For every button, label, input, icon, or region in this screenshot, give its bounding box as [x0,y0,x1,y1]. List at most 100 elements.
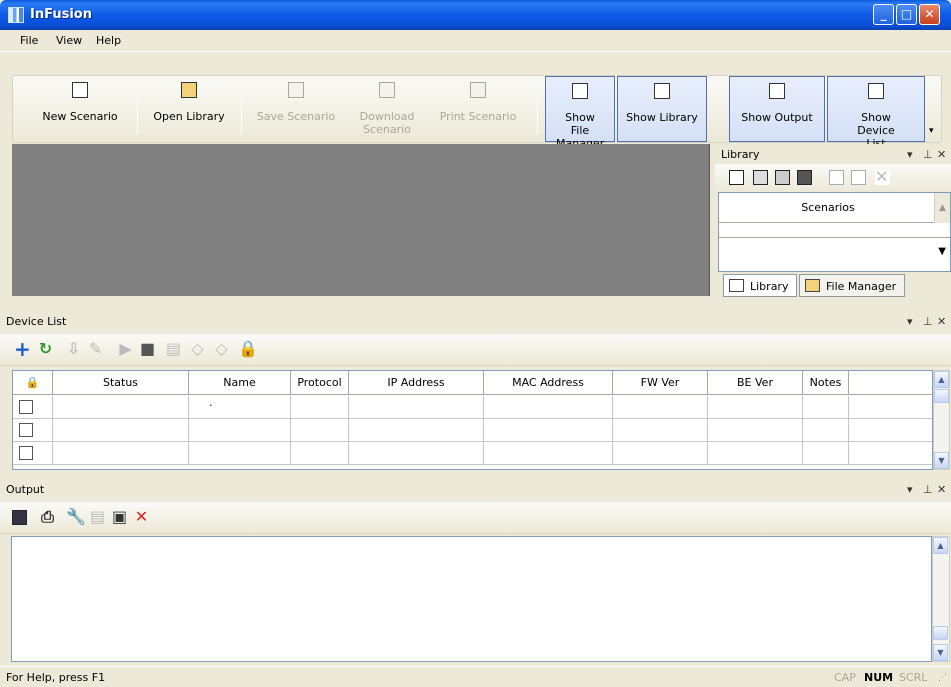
tab-library[interactable]: Library [723,274,797,297]
menu-view[interactable]: View [56,34,82,47]
show-output-button[interactable]: Show Output [729,76,825,142]
close-panel-icon[interactable]: ✕ [937,148,946,161]
title-bar[interactable]: InFusion _ □ ✕ [0,0,951,30]
close-panel-icon[interactable]: ✕ [937,483,946,496]
tag-icon[interactable]: ◇ [190,341,205,357]
add-device-icon[interactable]: + [14,339,31,359]
file-manager-tab-icon [805,279,820,292]
save-icon[interactable] [12,510,27,525]
play-icon[interactable]: ▶ [118,341,133,357]
scrl-indicator: SCRL [899,671,928,684]
edit-icon[interactable]: ✎ [88,341,103,357]
column-header-blank[interactable] [849,371,932,395]
status-text: For Help, press F1 [6,671,106,684]
scenario-workspace[interactable] [12,144,710,296]
download-icon [379,82,395,98]
menu-bar: File View Help [0,30,951,52]
open-library-button[interactable]: Open Library [141,76,237,142]
select-all-icon[interactable]: ▣ [112,509,127,525]
scenarios-header[interactable]: Scenarios [719,193,937,223]
clear-output-icon[interactable]: ✕ [134,509,149,525]
panel-menu-icon[interactable]: ▾ [907,148,913,161]
maximize-button[interactable]: □ [896,4,917,25]
device-list-icon [868,83,884,99]
menu-file[interactable]: File [20,34,38,47]
library-tree[interactable]: Scenarios ▲ ▼ [718,192,951,272]
lock-column-header[interactable]: 🔒 [13,371,53,395]
table-row[interactable] [13,442,932,465]
toolbar-overflow-icon[interactable]: ▾ [929,126,934,136]
device-table[interactable]: 🔒 Status Name Protocol IP Address MAC Ad… [12,370,933,470]
device-list-scrollbar[interactable]: ▲ ▼ [933,370,950,470]
copy-output-icon[interactable]: ▤ [90,509,105,525]
device-list-panel: Device List ▾ ⊥ ✕ + ↻ ⇩ ✎ ▶ ■ ▤ ◇ ◇ 🔒 🔒 … [0,310,951,476]
panel-menu-icon[interactable]: ▾ [907,315,913,328]
scroll-thumb[interactable] [933,626,948,640]
scroll-down-icon[interactable]: ▼ [934,452,949,469]
stop-icon[interactable]: ■ [140,341,155,357]
copy-icon[interactable] [851,170,866,185]
output-scrollbar[interactable]: ▲ ▼ [932,536,950,662]
new-scenario-button[interactable]: New Scenario [25,76,135,142]
new-document-icon [72,82,88,98]
table-row[interactable] [13,419,932,442]
print-scenario-button[interactable]: Print Scenario [427,76,529,142]
output-text[interactable] [11,536,932,662]
download-scenario-button[interactable]: Download Scenario [349,76,425,142]
pin-icon[interactable]: ⊥ [923,315,933,328]
scroll-up-icon[interactable]: ▲ [934,193,950,223]
scroll-down-icon[interactable]: ▼ [933,644,948,661]
save-icon[interactable] [753,170,768,185]
resize-grip-icon[interactable]: ⋰ [938,673,947,683]
scroll-up-icon[interactable]: ▲ [933,537,948,554]
device-properties-icon[interactable]: ▤ [166,341,181,357]
upload-icon[interactable]: ⇩ [66,341,81,357]
minimize-button[interactable]: _ [873,4,894,25]
save-library-icon[interactable] [797,170,812,185]
status-bar: For Help, press F1 CAP NUM SCRL ⋰ [0,666,951,687]
show-device-list-button[interactable]: Show Device List [827,76,925,150]
toolbar-separator [137,82,138,134]
chevron-down-icon[interactable]: ▼ [938,246,946,257]
panel-menu-icon[interactable]: ▾ [907,483,913,496]
pin-icon[interactable]: ⊥ [923,483,933,496]
new-icon[interactable] [729,170,744,185]
close-button[interactable]: ✕ [919,4,940,25]
menu-help[interactable]: Help [96,34,121,47]
show-library-button[interactable]: Show Library [617,76,707,142]
printer-icon[interactable]: ⎙ [40,509,55,525]
wrench-icon[interactable]: 🔧 [66,509,86,525]
device-name-cell [189,442,291,465]
output-window-icon [769,83,785,99]
window-title: InFusion [30,7,92,22]
show-file-manager-button[interactable]: Show File Manager [545,76,615,150]
device-toolbar: + ↻ ⇩ ✎ ▶ ■ ▤ ◇ ◇ 🔒 [0,334,951,366]
library-combo[interactable]: ▼ [719,237,950,271]
column-header-protocol[interactable]: Protocol [291,371,349,395]
scroll-thumb[interactable] [934,389,949,403]
library-toolbar: ✕ [715,164,951,192]
lock-icon[interactable]: 🔒 [238,341,258,357]
column-header-ip-address[interactable]: IP Address [349,371,484,395]
column-header-status[interactable]: Status [53,371,189,395]
column-header-be-ver[interactable]: BE Ver [708,371,803,395]
toolbar-separator [241,82,242,134]
save-all-icon[interactable] [775,170,790,185]
save-scenario-button[interactable]: Save Scenario [245,76,347,142]
library-icon [654,83,670,99]
column-header-notes[interactable]: Notes [803,371,849,395]
delete-icon[interactable]: ✕ [875,169,890,185]
table-row[interactable]: . [13,396,932,419]
tab-file-manager[interactable]: File Manager [799,274,905,297]
column-header-name[interactable]: Name [189,371,291,395]
untag-icon[interactable]: ◇ [214,341,229,357]
column-header-mac-address[interactable]: MAC Address [484,371,613,395]
device-name-cell [189,419,291,442]
app-window: InFusion _ □ ✕ File View Help New Scenar… [0,0,951,687]
close-panel-icon[interactable]: ✕ [937,315,946,328]
column-header-fw-ver[interactable]: FW Ver [613,371,708,395]
scroll-up-icon[interactable]: ▲ [934,371,949,388]
pin-icon[interactable]: ⊥ [923,148,933,161]
edit-icon[interactable] [829,170,844,185]
refresh-icon[interactable]: ↻ [38,341,53,357]
